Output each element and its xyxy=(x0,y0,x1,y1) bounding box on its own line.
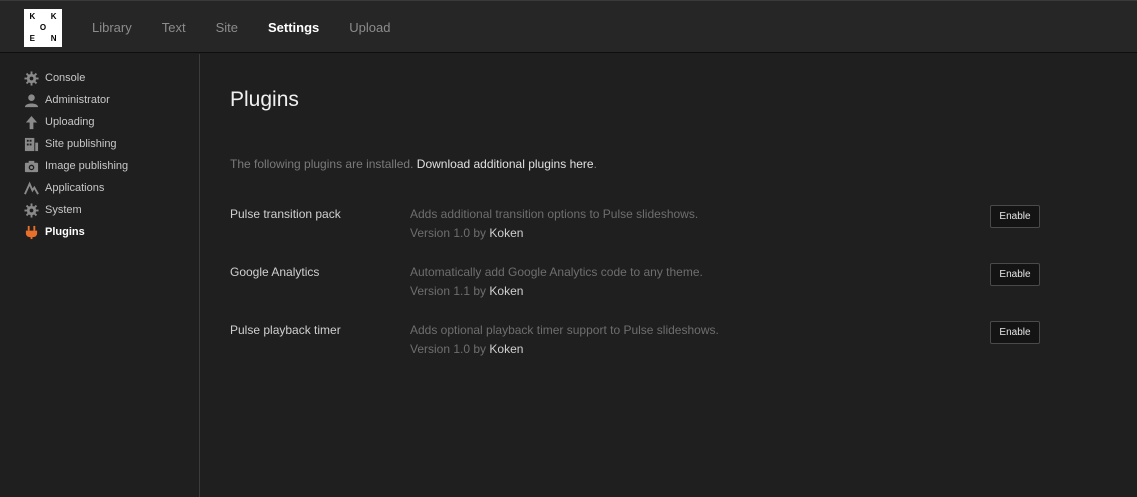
logo-letter xyxy=(27,23,38,34)
logo-letter: K xyxy=(29,12,36,22)
plugin-row: Google Analytics Automatically add Googl… xyxy=(230,263,1040,309)
top-bar: K K O E N Library Text Site Settings Upl… xyxy=(0,0,1137,53)
plugin-row: Pulse transition pack Adds additional tr… xyxy=(230,205,1040,251)
intro-label: The following plugins are installed. xyxy=(230,157,414,171)
sidebar-item-label: Image publishing xyxy=(45,160,129,172)
logo-letter: K xyxy=(50,12,57,22)
plugin-version: Version 1.0 by Koken xyxy=(410,226,523,240)
sidebar-item-label: Console xyxy=(45,72,86,84)
sidebar-item-label: Site publishing xyxy=(45,138,117,150)
nav-library[interactable]: Library xyxy=(92,1,132,54)
logo-letter xyxy=(38,12,49,23)
plugin-version-label: Version 1.0 by xyxy=(410,226,487,240)
user-icon xyxy=(24,93,39,108)
logo-letter: N xyxy=(50,33,57,43)
plugin-version-label: Version 1.1 by xyxy=(410,284,487,298)
site-icon xyxy=(24,137,39,152)
plugin-version-label: Version 1.0 by xyxy=(410,342,487,356)
enable-button[interactable]: Enable xyxy=(990,205,1040,228)
intro-text: The following plugins are installed. Dow… xyxy=(230,157,597,171)
sidebar-item-uploading[interactable]: Uploading xyxy=(0,111,199,133)
plugin-version: Version 1.1 by Koken xyxy=(410,284,523,298)
plug-icon xyxy=(24,225,39,240)
nav-text[interactable]: Text xyxy=(162,1,186,54)
nav-upload[interactable]: Upload xyxy=(349,1,390,54)
plugin-author: Koken xyxy=(489,226,524,240)
sidebar-item-label: System xyxy=(45,204,82,216)
koken-logo[interactable]: K K O E N xyxy=(24,9,62,47)
arrow-up-icon xyxy=(24,115,39,130)
plugin-name: Pulse playback timer xyxy=(230,323,341,337)
sidebar-item-label: Administrator xyxy=(45,94,110,106)
plugin-description: Adds optional playback timer support to … xyxy=(410,323,719,337)
gear-icon xyxy=(24,202,39,218)
plugin-name: Pulse transition pack xyxy=(230,207,341,221)
nav-site[interactable]: Site xyxy=(216,1,238,54)
plugin-row: Pulse playback timer Adds optional playb… xyxy=(230,321,1040,367)
gear-icon xyxy=(24,70,39,86)
sidebar-item-administrator[interactable]: Administrator xyxy=(0,89,199,111)
page-title: Plugins xyxy=(230,88,299,111)
plugin-version: Version 1.0 by Koken xyxy=(410,342,523,356)
applications-icon xyxy=(24,180,39,196)
plugin-author: Koken xyxy=(489,342,524,356)
plugin-description: Automatically add Google Analytics code … xyxy=(410,265,703,279)
sidebar-item-label: Applications xyxy=(45,182,105,194)
plugin-description: Adds additional transition options to Pu… xyxy=(410,207,699,221)
plugin-author: Koken xyxy=(489,284,524,298)
enable-button[interactable]: Enable xyxy=(990,321,1040,344)
sidebar-item-plugins[interactable]: Plugins xyxy=(0,221,199,243)
sidebar-item-applications[interactable]: Applications xyxy=(0,177,199,199)
sidebar-item-site-publishing[interactable]: Site publishing xyxy=(0,133,199,155)
camera-icon xyxy=(24,159,39,174)
sidebar-item-label: Plugins xyxy=(45,226,85,238)
sidebar-item-system[interactable]: System xyxy=(0,199,199,221)
sidebar-item-image-publishing[interactable]: Image publishing xyxy=(0,155,199,177)
logo-letter xyxy=(48,23,59,34)
logo-letter: O xyxy=(39,22,47,32)
sidebar-item-console[interactable]: Console xyxy=(0,67,199,89)
nav-settings[interactable]: Settings xyxy=(268,1,319,54)
main-nav: Library Text Site Settings Upload xyxy=(92,1,421,54)
enable-button[interactable]: Enable xyxy=(990,263,1040,286)
settings-sidebar: Console Administrator Uploading Site pub… xyxy=(0,54,200,497)
sidebar-item-label: Uploading xyxy=(45,116,95,128)
download-plugins-link[interactable]: Download additional plugins here xyxy=(417,157,594,171)
intro-suffix: . xyxy=(593,157,597,171)
logo-letter xyxy=(38,33,49,44)
plugin-name: Google Analytics xyxy=(230,265,320,279)
logo-letter: E xyxy=(29,33,35,43)
